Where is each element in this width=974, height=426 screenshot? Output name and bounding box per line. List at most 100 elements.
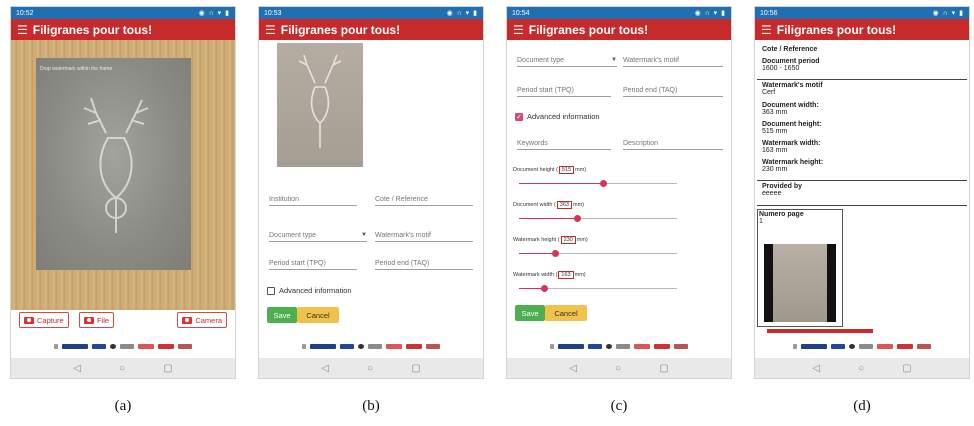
logo-3 — [92, 343, 106, 349]
back-icon[interactable]: ◁ — [812, 363, 820, 374]
document-height-detail: Document height: 515 mm — [762, 121, 822, 135]
description-placeholder: Description — [623, 140, 659, 147]
status-time: 10:53 — [264, 9, 282, 17]
recent-apps-icon[interactable]: ▢ — [411, 363, 420, 374]
keywords-field[interactable]: Keywords — [517, 140, 611, 150]
period-end-placeholder: Period end (TAQ) — [375, 260, 430, 267]
watermark-width-slider[interactable] — [519, 285, 677, 292]
file-button[interactable]: File — [79, 312, 115, 328]
doc-width-value: 363 mm — [762, 109, 788, 116]
status-bar: 10:56 ◉ ∩ ▾ ▮ — [755, 7, 969, 19]
document-width-detail: Document width: 363 mm — [762, 102, 819, 116]
logo-3 — [340, 343, 354, 349]
document-height-slider[interactable] — [519, 180, 677, 187]
status-bar: 10:54 ◉ ∩ ▾ ▮ — [507, 7, 731, 19]
dropdown-arrow-icon: ▼ — [361, 232, 367, 238]
document-width-slider[interactable] — [519, 215, 677, 222]
watermark-width-value[interactable]: 163 — [558, 271, 574, 279]
slider-thumb[interactable] — [574, 215, 581, 222]
watermark-height-value[interactable]: 230 — [560, 236, 576, 244]
camera-preview: Drop watermark within the frame — [11, 40, 235, 310]
description-field[interactable]: Description — [623, 140, 723, 150]
slider-thumb[interactable] — [600, 180, 607, 187]
logo-7 — [897, 343, 913, 349]
bottom-action-bar[interactable] — [767, 329, 873, 333]
watermark-motif-field[interactable]: Watermark's motif — [623, 57, 723, 67]
menu-icon[interactable]: ☰ — [761, 23, 772, 37]
period-end-placeholder: Period end (TAQ) — [623, 87, 678, 94]
institution-field[interactable]: Institution — [269, 196, 357, 206]
caption-c: (c) — [610, 398, 628, 414]
back-icon[interactable]: ◁ — [321, 363, 329, 374]
document-width-value[interactable]: 363 — [556, 201, 572, 209]
cote-reference-field[interactable]: Cote / Reference — [375, 196, 473, 206]
slider-fill — [519, 183, 603, 184]
page-card[interactable]: Numero page 1 — [757, 209, 843, 327]
checkbox-box[interactable] — [267, 286, 275, 295]
period-start-field[interactable]: Period start (TPQ) — [269, 260, 357, 270]
partner-logos — [259, 340, 483, 352]
page-number-detail: Numero page 1 — [759, 211, 804, 225]
menu-icon[interactable]: ☰ — [265, 23, 276, 37]
logo-2 — [62, 343, 88, 349]
slider-label-pre: Watermark width ( — [513, 272, 558, 278]
watermark-height-label: Watermark height ( 230 mm) — [513, 236, 588, 244]
period-value: 1600 - 1650 — [762, 65, 800, 72]
cote-reference-detail: Cote / Reference — [762, 46, 817, 53]
logo-2 — [801, 343, 827, 349]
document-height-value[interactable]: 515 — [558, 166, 575, 174]
period-start-placeholder: Period start (TPQ) — [269, 260, 326, 267]
camera-icon — [84, 316, 94, 324]
android-nav-bar: ◁ ○ ▢ — [755, 358, 969, 378]
period-end-field[interactable]: Period end (TAQ) — [375, 260, 473, 270]
recent-apps-icon[interactable]: ▢ — [902, 363, 911, 374]
camera-label: Camera — [195, 315, 222, 325]
logo-1 — [54, 343, 58, 349]
checkbox-checked[interactable]: ✓ — [515, 112, 523, 121]
menu-icon[interactable]: ☰ — [513, 23, 524, 37]
cancel-button[interactable]: Cancel — [545, 305, 587, 321]
home-icon[interactable]: ○ — [367, 363, 373, 374]
recent-apps-icon[interactable]: ▢ — [163, 363, 172, 374]
institution-placeholder: Institution — [269, 196, 299, 203]
recent-apps-icon[interactable]: ▢ — [659, 363, 668, 374]
watermark-motif-field[interactable]: Watermark's motif — [375, 232, 473, 242]
status-time: 10:54 — [512, 9, 530, 17]
period-start-field[interactable]: Period start (TPQ) — [517, 87, 611, 97]
motif-placeholder: Watermark's motif — [623, 57, 679, 64]
capture-buttons: Capture File Camera — [19, 312, 227, 328]
app-title: Filigranes pour tous! — [528, 22, 649, 37]
camera-icon — [24, 316, 34, 324]
advanced-info-checkbox[interactable]: Advanced information — [267, 286, 352, 295]
advanced-info-checkbox[interactable]: ✓ Advanced information — [515, 112, 600, 121]
doc-width-label: Document width: — [762, 102, 819, 109]
save-button[interactable]: Save — [515, 305, 545, 321]
slider-thumb[interactable] — [541, 285, 548, 292]
period-end-field[interactable]: Period end (TAQ) — [623, 87, 723, 97]
capture-label: Capture — [37, 315, 64, 325]
motif-detail: Watermark's motif Cerf — [762, 82, 823, 96]
period-start-placeholder: Period start (TPQ) — [517, 87, 574, 94]
watermark-thumbnail[interactable] — [764, 244, 836, 322]
capture-button[interactable]: Capture — [19, 312, 69, 328]
menu-icon[interactable]: ☰ — [17, 23, 28, 37]
back-icon[interactable]: ◁ — [569, 363, 577, 374]
cancel-button[interactable]: Cancel — [297, 307, 339, 323]
status-icons: ◉ ∩ ▾ ▮ — [446, 10, 478, 17]
doc-height-label: Document height: — [762, 121, 822, 128]
back-icon[interactable]: ◁ — [73, 363, 81, 374]
camera-button[interactable]: Camera — [177, 312, 227, 328]
document-type-select[interactable]: Document type ▼ — [517, 57, 617, 67]
save-button[interactable]: Save — [267, 307, 297, 323]
home-icon[interactable]: ○ — [615, 363, 621, 374]
watermark-preview-image: Drop watermark within the frame — [36, 58, 191, 270]
home-icon[interactable]: ○ — [119, 363, 125, 374]
home-icon[interactable]: ○ — [858, 363, 864, 374]
page-label: Numero page — [759, 211, 804, 218]
document-type-select[interactable]: Document type ▼ — [269, 232, 367, 242]
logo-2 — [310, 343, 336, 349]
slider-thumb[interactable] — [552, 250, 559, 257]
wm-height-label: Watermark height: — [762, 159, 824, 166]
watermark-height-slider[interactable] — [519, 250, 677, 257]
logo-6 — [877, 343, 893, 349]
